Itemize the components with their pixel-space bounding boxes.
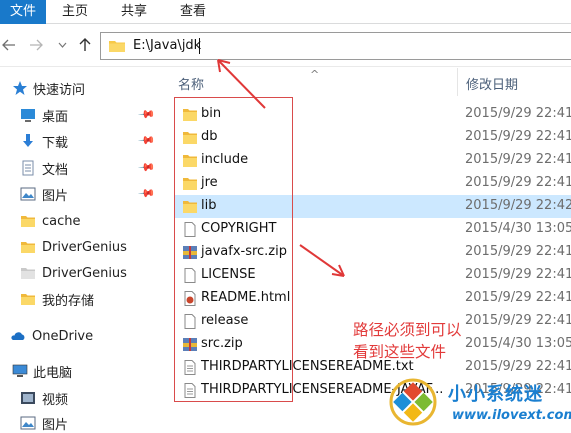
sidebar-item-drivergenius-1[interactable]: DriverGenius bbox=[0, 235, 158, 259]
sidebar-item-label: DriverGenius bbox=[42, 239, 127, 255]
sort-caret-icon: ^ bbox=[310, 68, 320, 81]
column-divider[interactable] bbox=[457, 68, 458, 96]
text-cursor bbox=[199, 38, 200, 54]
file-date: 2015/9/29 22:41 bbox=[465, 152, 571, 167]
sidebar-item-label: 图片 bbox=[42, 188, 69, 204]
document-icon bbox=[22, 160, 34, 176]
recent-locations-button[interactable] bbox=[53, 35, 71, 55]
sidebar-item-label: 视频 bbox=[42, 392, 69, 408]
arrow-right-icon bbox=[30, 39, 43, 51]
video-icon bbox=[21, 392, 35, 404]
file-date: 2015/9/29 22:42 bbox=[465, 198, 571, 213]
pin-icon[interactable]: 📌 bbox=[137, 131, 156, 150]
watermark-logo: 小小系统迷 www.ilovext.com bbox=[370, 370, 571, 433]
file-date: 2015/9/29 22:41 bbox=[465, 313, 571, 328]
tab-home[interactable]: 主页 bbox=[58, 0, 92, 24]
file-date: 2015/9/29 22:41 bbox=[465, 244, 571, 259]
column-header-date[interactable]: 修改日期 bbox=[466, 74, 518, 93]
column-headers: ^ 名称 修改日期 bbox=[170, 68, 571, 96]
sidebar-item-desktop[interactable]: 桌面 📌 bbox=[0, 103, 158, 127]
annotation-highlight-box bbox=[174, 97, 293, 402]
sidebar-item-pictures[interactable]: 图片 📌 bbox=[0, 182, 158, 206]
annotation-note: 路径必须到可以 看到这些文件 bbox=[353, 319, 462, 363]
annotation-line-1: 路径必须到可以 bbox=[353, 321, 462, 339]
sidebar-item-label: DriverGenius bbox=[42, 265, 127, 281]
back-button[interactable] bbox=[0, 35, 18, 55]
file-date: 2015/9/29 22:41 bbox=[465, 175, 571, 190]
folder-icon bbox=[21, 294, 35, 305]
star-icon bbox=[13, 81, 27, 95]
sidebar-item-documents[interactable]: 文档 📌 bbox=[0, 156, 158, 180]
file-date: 2015/9/29 22:41 bbox=[465, 290, 571, 305]
watermark-title: 小小系统迷 bbox=[448, 384, 543, 405]
sidebar-item-pictures-pc[interactable]: 图片 bbox=[0, 411, 158, 433]
tab-share[interactable]: 共享 bbox=[117, 0, 151, 24]
sidebar-item-quick-access[interactable]: 快速访问 bbox=[0, 76, 158, 100]
file-date: 2015/4/30 13:05 bbox=[465, 336, 571, 351]
sidebar-item-downloads[interactable]: 下载 📌 bbox=[0, 129, 158, 153]
watermark-url: www.ilovext.com bbox=[452, 408, 571, 423]
sidebar-item-label: cache bbox=[42, 213, 81, 229]
ribbon-tabs: 文件 主页 共享 查看 bbox=[0, 0, 571, 24]
file-date: 2015/9/29 22:41 bbox=[465, 129, 571, 144]
folder-icon bbox=[21, 242, 35, 253]
sidebar-item-label: 图片 bbox=[42, 417, 69, 433]
sidebar-item-label: 文档 bbox=[42, 162, 69, 178]
computer-icon bbox=[12, 364, 28, 377]
sidebar-item-this-pc[interactable]: 此电脑 bbox=[0, 359, 158, 383]
sidebar-item-cache[interactable]: cache bbox=[0, 209, 158, 233]
forward-button[interactable] bbox=[27, 35, 45, 55]
download-icon bbox=[23, 134, 33, 147]
folder-icon bbox=[21, 216, 35, 227]
sidebar-item-label: 下载 bbox=[42, 135, 69, 151]
chevron-down-icon bbox=[58, 42, 66, 48]
sidebar-item-drivergenius-2[interactable]: DriverGenius bbox=[0, 261, 158, 285]
sidebar-item-videos[interactable]: 视频 bbox=[0, 386, 158, 410]
address-bar[interactable]: E:\Java\jdk bbox=[100, 32, 571, 60]
sidebar-item-label: 桌面 bbox=[42, 109, 69, 125]
folder-icon bbox=[21, 268, 35, 279]
up-button[interactable] bbox=[76, 35, 94, 55]
arrow-up-icon bbox=[79, 38, 91, 51]
navigation-bar: E:\Java\jdk bbox=[0, 25, 571, 67]
pin-icon[interactable]: 📌 bbox=[137, 158, 156, 177]
sidebar-item-label: 快速访问 bbox=[33, 82, 86, 98]
pin-icon[interactable]: 📌 bbox=[137, 184, 156, 203]
windows-logo-icon bbox=[389, 378, 437, 426]
file-date: 2015/4/30 13:05 bbox=[465, 221, 571, 236]
sidebar-item-my-storage[interactable]: 我的存储 bbox=[0, 287, 158, 311]
tab-file[interactable]: 文件 bbox=[0, 0, 46, 24]
annotation-line-2: 看到这些文件 bbox=[353, 343, 447, 361]
arrow-left-icon bbox=[2, 39, 15, 51]
address-path[interactable]: E:\Java\jdk bbox=[133, 38, 201, 53]
cloud-icon bbox=[11, 332, 25, 340]
pictures-icon bbox=[20, 187, 36, 201]
pictures-icon bbox=[20, 416, 36, 430]
sidebar-item-label: 此电脑 bbox=[33, 365, 73, 381]
file-date: 2015/9/29 22:41 bbox=[465, 106, 571, 121]
sidebar-item-label: 我的存储 bbox=[42, 293, 95, 309]
folder-icon bbox=[109, 41, 125, 52]
file-date: 2015/9/29 22:41 bbox=[465, 267, 571, 282]
sidebar-item-onedrive[interactable]: OneDrive bbox=[0, 324, 158, 348]
sidebar-item-label: OneDrive bbox=[32, 328, 94, 344]
pin-icon[interactable]: 📌 bbox=[137, 105, 156, 124]
desktop-icon bbox=[21, 109, 35, 122]
tab-view[interactable]: 查看 bbox=[176, 0, 210, 24]
column-header-name[interactable]: 名称 bbox=[178, 74, 204, 93]
navigation-pane: 快速访问 桌面 📌 下载 📌 文档 📌 图片 📌 cache DriverGen… bbox=[0, 68, 158, 433]
